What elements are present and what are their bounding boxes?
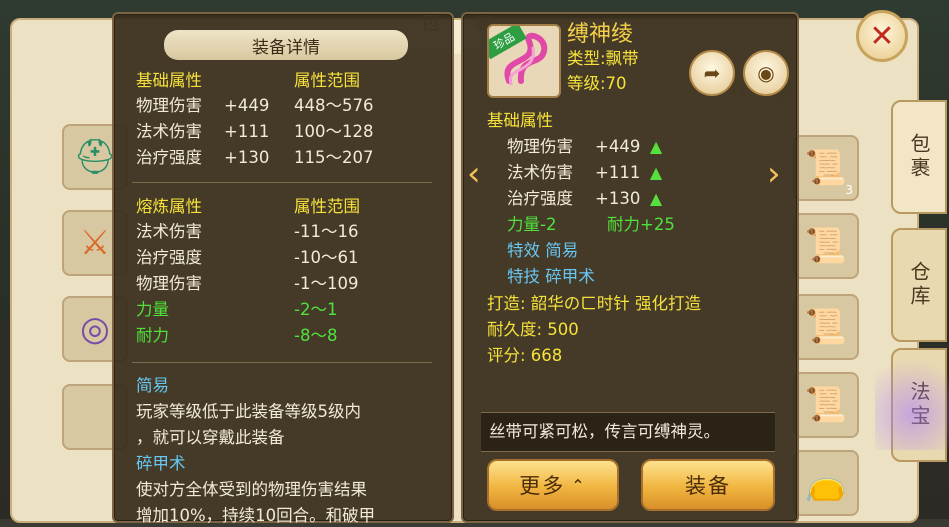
sparkle-effect bbox=[875, 330, 949, 450]
base-attr-range: 100～128 bbox=[294, 122, 374, 141]
close-button[interactable]: ✕ bbox=[856, 10, 908, 62]
crafter-line: 打造: 韶华のㄈ时针 强化打造 bbox=[487, 294, 702, 313]
tab-storage[interactable]: 仓库 bbox=[891, 228, 947, 342]
base-attr-value: +449 bbox=[224, 96, 270, 115]
preview-button[interactable]: ◉ bbox=[743, 50, 789, 96]
skill-name: 简易 bbox=[136, 376, 169, 395]
map-scroll-icon: 📜 bbox=[804, 226, 848, 266]
base-attr-name: 治疗强度 bbox=[136, 148, 202, 167]
bonus-strength: 力量-2 bbox=[507, 215, 557, 234]
item-attr-name: 法术伤害 bbox=[507, 163, 573, 182]
effect-line: 特效 简易 bbox=[507, 241, 579, 260]
refine-attr-name: 物理伤害 bbox=[136, 274, 202, 293]
base-range-header: 属性范围 bbox=[294, 71, 360, 90]
skill-line: 特技 碎甲术 bbox=[507, 267, 595, 286]
up-arrow-icon: ▲ bbox=[649, 189, 663, 208]
share-button[interactable]: ➦ bbox=[689, 50, 735, 96]
item-attr-value: +111 bbox=[595, 163, 641, 182]
skill-description: 使对方全体受到的物理伤害结果 bbox=[136, 480, 367, 499]
refine-attr-range: -8～8 bbox=[294, 326, 338, 345]
bonus-stamina: 耐力+25 bbox=[607, 215, 675, 234]
prev-arrow-icon[interactable]: ‹ bbox=[467, 154, 481, 194]
more-button[interactable]: 更多 ⌃ bbox=[487, 459, 619, 511]
item-description: 丝带可紧可松，传言可缚神灵。 bbox=[489, 422, 720, 441]
refine-attr-range: -2～1 bbox=[294, 300, 338, 319]
base-attr-header: 基础属性 bbox=[487, 111, 553, 130]
skill-description: 增加10%，持续10回合。和破甲 bbox=[136, 506, 376, 525]
chevron-up-icon: ⌃ bbox=[571, 475, 587, 495]
skill-description: ，就可以穿戴此装备 bbox=[136, 428, 285, 447]
map-scroll-icon: 📜 bbox=[804, 307, 848, 347]
bag-slot[interactable]: 📜 bbox=[793, 372, 859, 438]
equipment-detail-panel: 装备详情 基础属性 属性范围 物理伤害 +449 448～576 法术伤害 +1… bbox=[112, 12, 454, 525]
base-attr-value: +111 bbox=[224, 122, 270, 141]
base-attr-header: 基础属性 bbox=[136, 71, 202, 90]
skill-name: 碎甲术 bbox=[136, 454, 186, 473]
divider bbox=[132, 182, 432, 183]
more-label: 更多 bbox=[519, 474, 566, 498]
bag-slot[interactable]: 📜 3 bbox=[793, 135, 859, 201]
item-info-panel: 珍品 缚神绫 类型:飘带 等级:70 ➦ ◉ ‹ › 基础属性 物理伤害 +44… bbox=[461, 12, 799, 523]
share-icon: ➦ bbox=[703, 61, 721, 85]
refine-range-header: 属性范围 bbox=[294, 197, 360, 216]
bag-slot[interactable]: 📜 bbox=[793, 213, 859, 279]
item-icon: 珍品 bbox=[487, 24, 561, 98]
tab-bag[interactable]: 包裹 bbox=[891, 100, 947, 214]
up-arrow-icon: ▲ bbox=[649, 163, 663, 182]
item-attr-value: +130 bbox=[595, 189, 641, 208]
score-line: 评分: 668 bbox=[487, 346, 563, 365]
next-arrow-icon[interactable]: › bbox=[767, 154, 781, 194]
item-level: 等级:70 bbox=[567, 74, 627, 93]
item-name: 缚神绫 bbox=[567, 22, 634, 47]
item-attr-value: +449 bbox=[595, 137, 641, 156]
base-attr-name: 物理伤害 bbox=[136, 96, 202, 115]
base-attr-value: +130 bbox=[224, 148, 270, 167]
refine-attr-name: 耐力 bbox=[136, 326, 169, 345]
refine-attr-range: -1～109 bbox=[294, 274, 359, 293]
item-attr-name: 治疗强度 bbox=[507, 189, 573, 208]
refine-attr-name: 法术伤害 bbox=[136, 222, 202, 241]
map-scroll-icon: 📜 bbox=[804, 385, 848, 425]
lucky-bag-icon: 👝 bbox=[804, 463, 848, 503]
refine-attr-header: 熔炼属性 bbox=[136, 197, 202, 216]
item-type: 类型:飘带 bbox=[567, 49, 639, 68]
equip-button[interactable]: 装备 bbox=[641, 459, 775, 511]
divider bbox=[132, 362, 432, 363]
refine-attr-name: 力量 bbox=[136, 300, 169, 319]
panel-title: 装备详情 bbox=[164, 30, 408, 60]
base-attr-range: 115～207 bbox=[294, 148, 374, 167]
equip-label: 装备 bbox=[685, 474, 731, 498]
eye-icon: ◉ bbox=[757, 61, 775, 85]
refine-attr-name: 治疗强度 bbox=[136, 248, 202, 267]
bag-slot[interactable]: 👝 bbox=[793, 450, 859, 516]
durability-line: 耐久度: 500 bbox=[487, 320, 579, 339]
item-attr-name: 物理伤害 bbox=[507, 137, 573, 156]
skill-description: 玩家等级低于此装备等级5级内 bbox=[136, 402, 361, 421]
close-icon: ✕ bbox=[869, 18, 895, 54]
refine-attr-range: -11～16 bbox=[294, 222, 359, 241]
base-attr-range: 448～576 bbox=[294, 96, 374, 115]
description-box: 丝带可紧可松，传言可缚神灵。 bbox=[481, 412, 775, 452]
base-attr-name: 法术伤害 bbox=[136, 122, 202, 141]
slot-quantity: 3 bbox=[845, 183, 853, 197]
up-arrow-icon: ▲ bbox=[649, 137, 663, 156]
bag-slot[interactable]: 📜 bbox=[793, 294, 859, 360]
refine-attr-range: -10～61 bbox=[294, 248, 359, 267]
